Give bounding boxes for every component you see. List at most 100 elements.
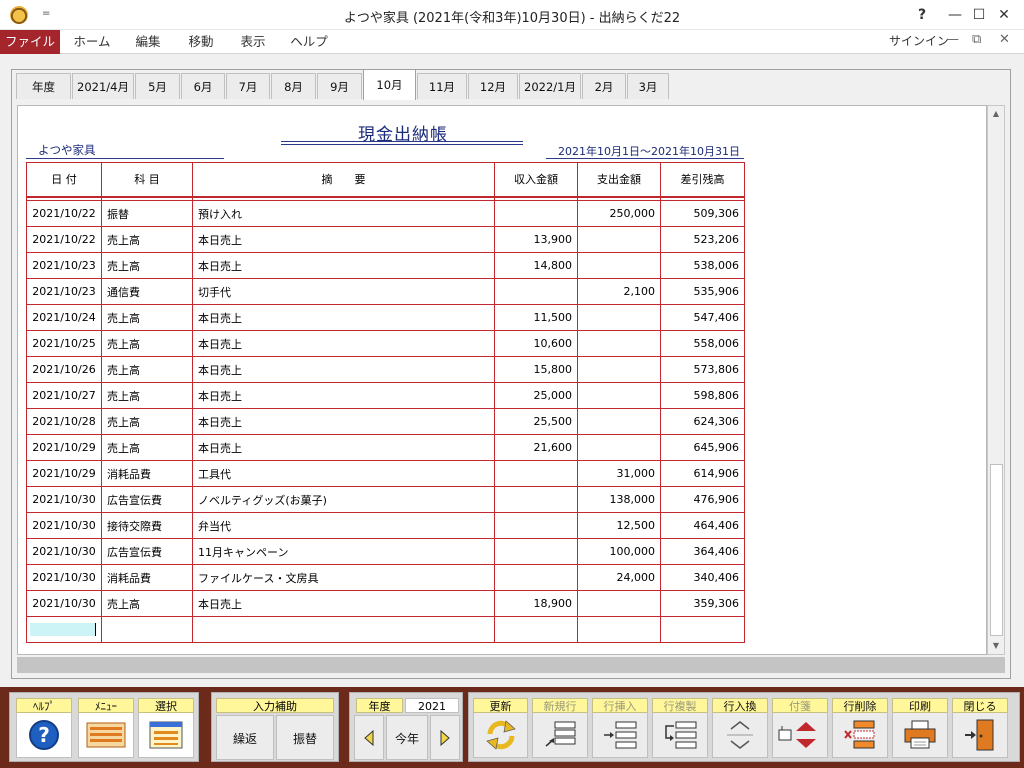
cell-expense[interactable] [577,226,661,253]
cell-date[interactable]: 2021/10/30 [26,564,102,591]
scroll-down-arrow-icon[interactable]: ▼ [991,641,1001,651]
cell-expense[interactable] [577,382,661,409]
tab-month-05[interactable]: 5月 [135,73,180,99]
cell-income[interactable]: 25,500 [494,408,578,435]
cell-subject[interactable]: 通信費 [101,278,193,305]
cell-income[interactable] [494,512,578,539]
tab-move[interactable]: 移動 [178,30,224,54]
cell-description[interactable]: 切手代 [192,278,495,305]
cell-subject[interactable]: 消耗品費 [101,460,193,487]
cell-balance[interactable]: 359,306 [660,590,745,617]
cell-expense[interactable] [577,356,661,383]
new-row-button[interactable]: 新規行 [532,698,588,760]
copy-row-button[interactable]: 行複製 [652,698,708,760]
close-button[interactable]: 閉じる [952,698,1008,760]
cell-expense[interactable] [577,590,661,617]
tab-month-07[interactable]: 7月 [226,73,270,99]
tab-month-03[interactable]: 3月 [627,73,669,99]
cell-expense[interactable] [577,252,661,279]
table-row[interactable]: 2021/10/24 売上高 本日売上 11,500 547,406 [26,304,745,331]
cell-subject[interactable]: 売上高 [101,356,193,383]
cell-subject[interactable]: 広告宣伝費 [101,486,193,513]
menu-button[interactable]: ﾒﾆｭｰ [78,698,134,760]
cell-date[interactable]: 2021/10/22 [26,226,102,253]
cell-expense[interactable]: 250,000 [577,200,661,227]
tab-month-2021-04[interactable]: 2021/4月 [72,73,134,99]
cell-income[interactable]: 10,600 [494,330,578,357]
print-button[interactable]: 印刷 [892,698,948,760]
cell-subject[interactable]: 売上高 [101,590,193,617]
date-entry-input[interactable] [30,623,96,636]
cell-subject[interactable]: 売上高 [101,252,193,279]
cell-subject[interactable]: 売上高 [101,304,193,331]
cell-subject[interactable]: 売上高 [101,330,193,357]
cell-description[interactable]: 本日売上 [192,356,495,383]
table-row[interactable]: 2021/10/22 振替 預け入れ 250,000 509,306 [26,200,745,227]
cell-expense[interactable]: 12,500 [577,512,661,539]
cell-subject[interactable]: 売上高 [101,408,193,435]
cell-balance[interactable]: 547,406 [660,304,745,331]
scroll-up-arrow-icon[interactable]: ▲ [991,109,1001,119]
cell-date[interactable]: 2021/10/30 [26,486,102,513]
cell-description[interactable]: 本日売上 [192,590,495,617]
cell-income[interactable]: 13,900 [494,226,578,253]
tab-month-12[interactable]: 12月 [468,73,518,99]
cell-date[interactable]: 2021/10/29 [26,434,102,461]
cell-income[interactable]: 25,000 [494,382,578,409]
table-row[interactable]: 2021/10/29 売上高 本日売上 21,600 645,906 [26,434,745,461]
cell-description[interactable]: ファイルケース・文房具 [192,564,495,591]
cell-subject[interactable]: 接待交際費 [101,512,193,539]
tab-month-11[interactable]: 11月 [417,73,467,99]
tab-fiscal-year[interactable]: 年度 [16,73,71,99]
cell-subject[interactable]: 振替 [101,200,193,227]
tab-file[interactable]: ファイル [0,30,60,54]
cell-balance[interactable]: 624,306 [660,408,745,435]
cell-subject[interactable]: 消耗品費 [101,564,193,591]
help-icon[interactable]: ? [910,4,934,26]
table-row[interactable]: 2021/10/29 消耗品費 工具代 31,000 614,906 [26,460,745,487]
this-year-button[interactable]: 今年 [386,715,428,760]
delete-row-button[interactable]: 行削除 [832,698,888,760]
tab-edit[interactable]: 編集 [124,30,172,54]
cell-expense[interactable]: 100,000 [577,538,661,565]
cell-balance[interactable]: 645,906 [660,434,745,461]
cell-date[interactable]: 2021/10/29 [26,460,102,487]
cell-description[interactable]: 11月キャンペーン [192,538,495,565]
cell-date[interactable]: 2021/10/22 [26,200,102,227]
cell-description[interactable]: 本日売上 [192,226,495,253]
cell-date[interactable]: 2021/10/23 [26,252,102,279]
cell-balance[interactable]: 573,806 [660,356,745,383]
entry-cell-date[interactable] [26,616,102,643]
cell-date[interactable]: 2021/10/23 [26,278,102,305]
table-row[interactable]: 2021/10/25 売上高 本日売上 10,600 558,006 [26,330,745,357]
cell-balance[interactable]: 509,306 [660,200,745,227]
cell-description[interactable]: 本日売上 [192,252,495,279]
new-entry-row[interactable] [26,616,745,643]
vertical-scrollbar[interactable]: ▲ ▼ [987,105,1005,655]
help-button[interactable]: ﾍﾙﾌﾟ ? [16,698,72,760]
cell-balance[interactable]: 535,906 [660,278,745,305]
cell-expense[interactable] [577,330,661,357]
cell-description[interactable]: 本日売上 [192,408,495,435]
table-row[interactable]: 2021/10/30 売上高 本日売上 18,900 359,306 [26,590,745,617]
table-row[interactable]: 2021/10/30 広告宣伝費 11月キャンペーン 100,000 364,406 [26,538,745,565]
cell-subject[interactable]: 売上高 [101,226,193,253]
table-row[interactable]: 2021/10/30 消耗品費 ファイルケース・文房具 24,000 340,406 [26,564,745,591]
cell-date[interactable]: 2021/10/26 [26,356,102,383]
ribbon-close-button[interactable]: ✕ [999,32,1010,47]
cell-date[interactable]: 2021/10/25 [26,330,102,357]
tab-home[interactable]: ホーム [68,30,116,54]
insert-row-button[interactable]: 行挿入 [592,698,648,760]
cell-income[interactable]: 15,800 [494,356,578,383]
tab-month-06[interactable]: 6月 [181,73,225,99]
cell-income[interactable]: 14,800 [494,252,578,279]
cell-description[interactable]: 預け入れ [192,200,495,227]
table-row[interactable]: 2021/10/30 接待交際費 弁当代 12,500 464,406 [26,512,745,539]
swap-row-button[interactable]: 行入換 [712,698,768,760]
tab-month-08[interactable]: 8月 [271,73,316,99]
entry-cell-balance[interactable] [660,616,745,643]
entry-cell-expense[interactable] [577,616,661,643]
entry-cell-description[interactable] [192,616,495,643]
next-year-button[interactable] [430,715,460,760]
table-row[interactable]: 2021/10/23 売上高 本日売上 14,800 538,006 [26,252,745,279]
